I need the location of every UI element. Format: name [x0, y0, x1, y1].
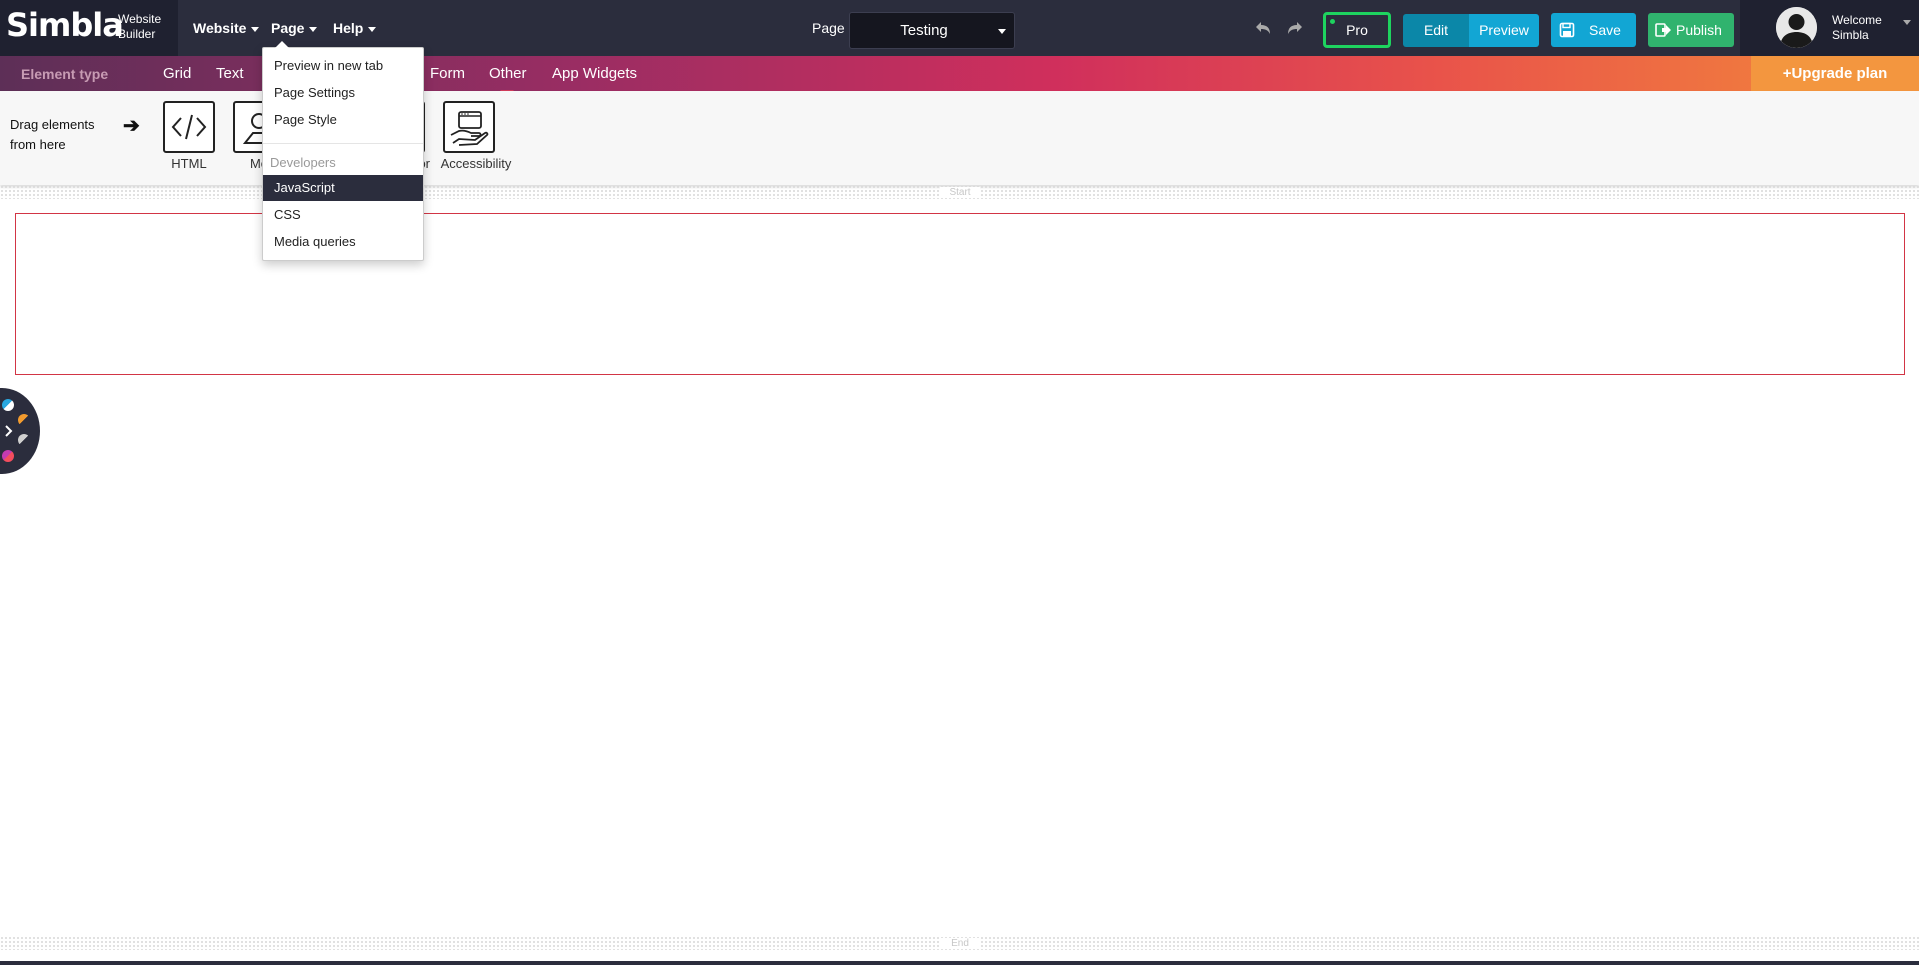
element-type-text[interactable]: Text: [216, 65, 244, 82]
publish-icon: [1655, 23, 1671, 37]
drag-instructions-line2: from here: [10, 137, 66, 152]
element-type-app-widgets[interactable]: App Widgets: [552, 65, 637, 82]
element-type-form[interactable]: Form: [430, 65, 465, 82]
element-name-html: HTML: [171, 156, 207, 171]
element-name-accessibility: Accessibility: [440, 156, 512, 171]
chevron-down-icon: [368, 26, 377, 32]
menu-section-developers: Developers: [270, 155, 336, 170]
menu-divider: [263, 143, 423, 144]
element-tile-html[interactable]: [163, 101, 215, 153]
page-select[interactable]: Testing: [849, 12, 1015, 49]
menu-page-label: Page: [271, 20, 305, 36]
menu-website[interactable]: Website: [193, 20, 260, 36]
code-icon: [171, 114, 207, 140]
welcome-line2: Simbla: [1832, 28, 1869, 42]
menu-help-label: Help: [333, 20, 364, 36]
start-label: Start: [940, 187, 980, 198]
logo-wordmark: Simbla: [6, 6, 124, 44]
color-palette-widget[interactable]: [0, 388, 40, 474]
status-dot-icon: [1330, 19, 1335, 24]
welcome-line1: Welcome: [1832, 13, 1882, 27]
welcome-text: Welcome Simbla: [1832, 13, 1882, 43]
save-button-label: Save: [1589, 22, 1621, 38]
menu-page[interactable]: Page: [271, 20, 318, 36]
logo-subtitle: Website Builder: [118, 12, 161, 42]
menu-item-page-settings[interactable]: Page Settings: [263, 80, 423, 106]
chevron-right-icon[interactable]: [4, 424, 14, 438]
bottom-bar: [0, 961, 1919, 965]
pro-button[interactable]: Pro: [1323, 12, 1391, 48]
menu-item-page-style[interactable]: Page Style: [263, 107, 423, 133]
palette-color-dot[interactable]: [2, 450, 14, 462]
menu-help[interactable]: Help: [333, 20, 377, 36]
chevron-down-icon: [1903, 20, 1911, 25]
save-icon: [1559, 22, 1575, 38]
publish-button[interactable]: Publish: [1648, 13, 1734, 47]
chevron-down-icon: [251, 26, 260, 32]
user-menu[interactable]: Welcome Simbla: [1740, 0, 1919, 56]
palette-color-dot[interactable]: [2, 399, 14, 411]
element-tile-accessibility[interactable]: [443, 101, 495, 153]
end-label: End: [940, 938, 980, 949]
chevron-down-icon: [309, 26, 318, 32]
palette-color-dot[interactable]: [18, 434, 30, 446]
pro-button-label: Pro: [1346, 22, 1368, 38]
save-button[interactable]: Save: [1551, 13, 1636, 47]
publish-button-label: Publish: [1676, 22, 1722, 38]
edit-button[interactable]: Edit: [1403, 14, 1469, 47]
user-avatar-icon: [1776, 7, 1817, 48]
menu-item-media-queries[interactable]: Media queries: [263, 229, 423, 255]
arrow-right-icon: ➔: [123, 115, 140, 137]
logo[interactable]: Simbla Website Builder: [0, 0, 178, 56]
page-selector-label: Page: [812, 20, 845, 36]
menu-website-label: Website: [193, 20, 247, 36]
page-dropdown-menu: Preview in new tab Page Settings Page St…: [262, 41, 424, 261]
page-select-value: Testing: [900, 22, 948, 39]
logo-subtitle-line2: Builder: [118, 27, 156, 41]
chevron-down-icon: [998, 29, 1006, 34]
logo-subtitle-line1: Website: [118, 12, 162, 26]
element-type-label: Element type: [21, 66, 109, 82]
drag-instructions-line1: Drag elements: [10, 117, 95, 132]
upgrade-plan-button[interactable]: +Upgrade plan: [1751, 56, 1919, 91]
menu-item-javascript[interactable]: JavaScript: [263, 175, 423, 201]
menu-item-preview-new-tab[interactable]: Preview in new tab: [263, 53, 423, 79]
drag-instructions: Drag elements from here: [10, 115, 95, 155]
menu-item-css[interactable]: CSS: [263, 202, 423, 228]
redo-icon[interactable]: [1284, 18, 1306, 40]
preview-button[interactable]: Preview: [1469, 14, 1539, 47]
undo-icon[interactable]: [1252, 18, 1274, 40]
palette-color-dot[interactable]: [18, 414, 30, 426]
avatar: [1776, 7, 1817, 48]
canvas-end-zone: End: [0, 936, 1919, 950]
element-type-other[interactable]: Other: [489, 65, 527, 82]
element-type-grid[interactable]: Grid: [163, 65, 191, 82]
accessibility-hand-icon: [450, 111, 489, 146]
